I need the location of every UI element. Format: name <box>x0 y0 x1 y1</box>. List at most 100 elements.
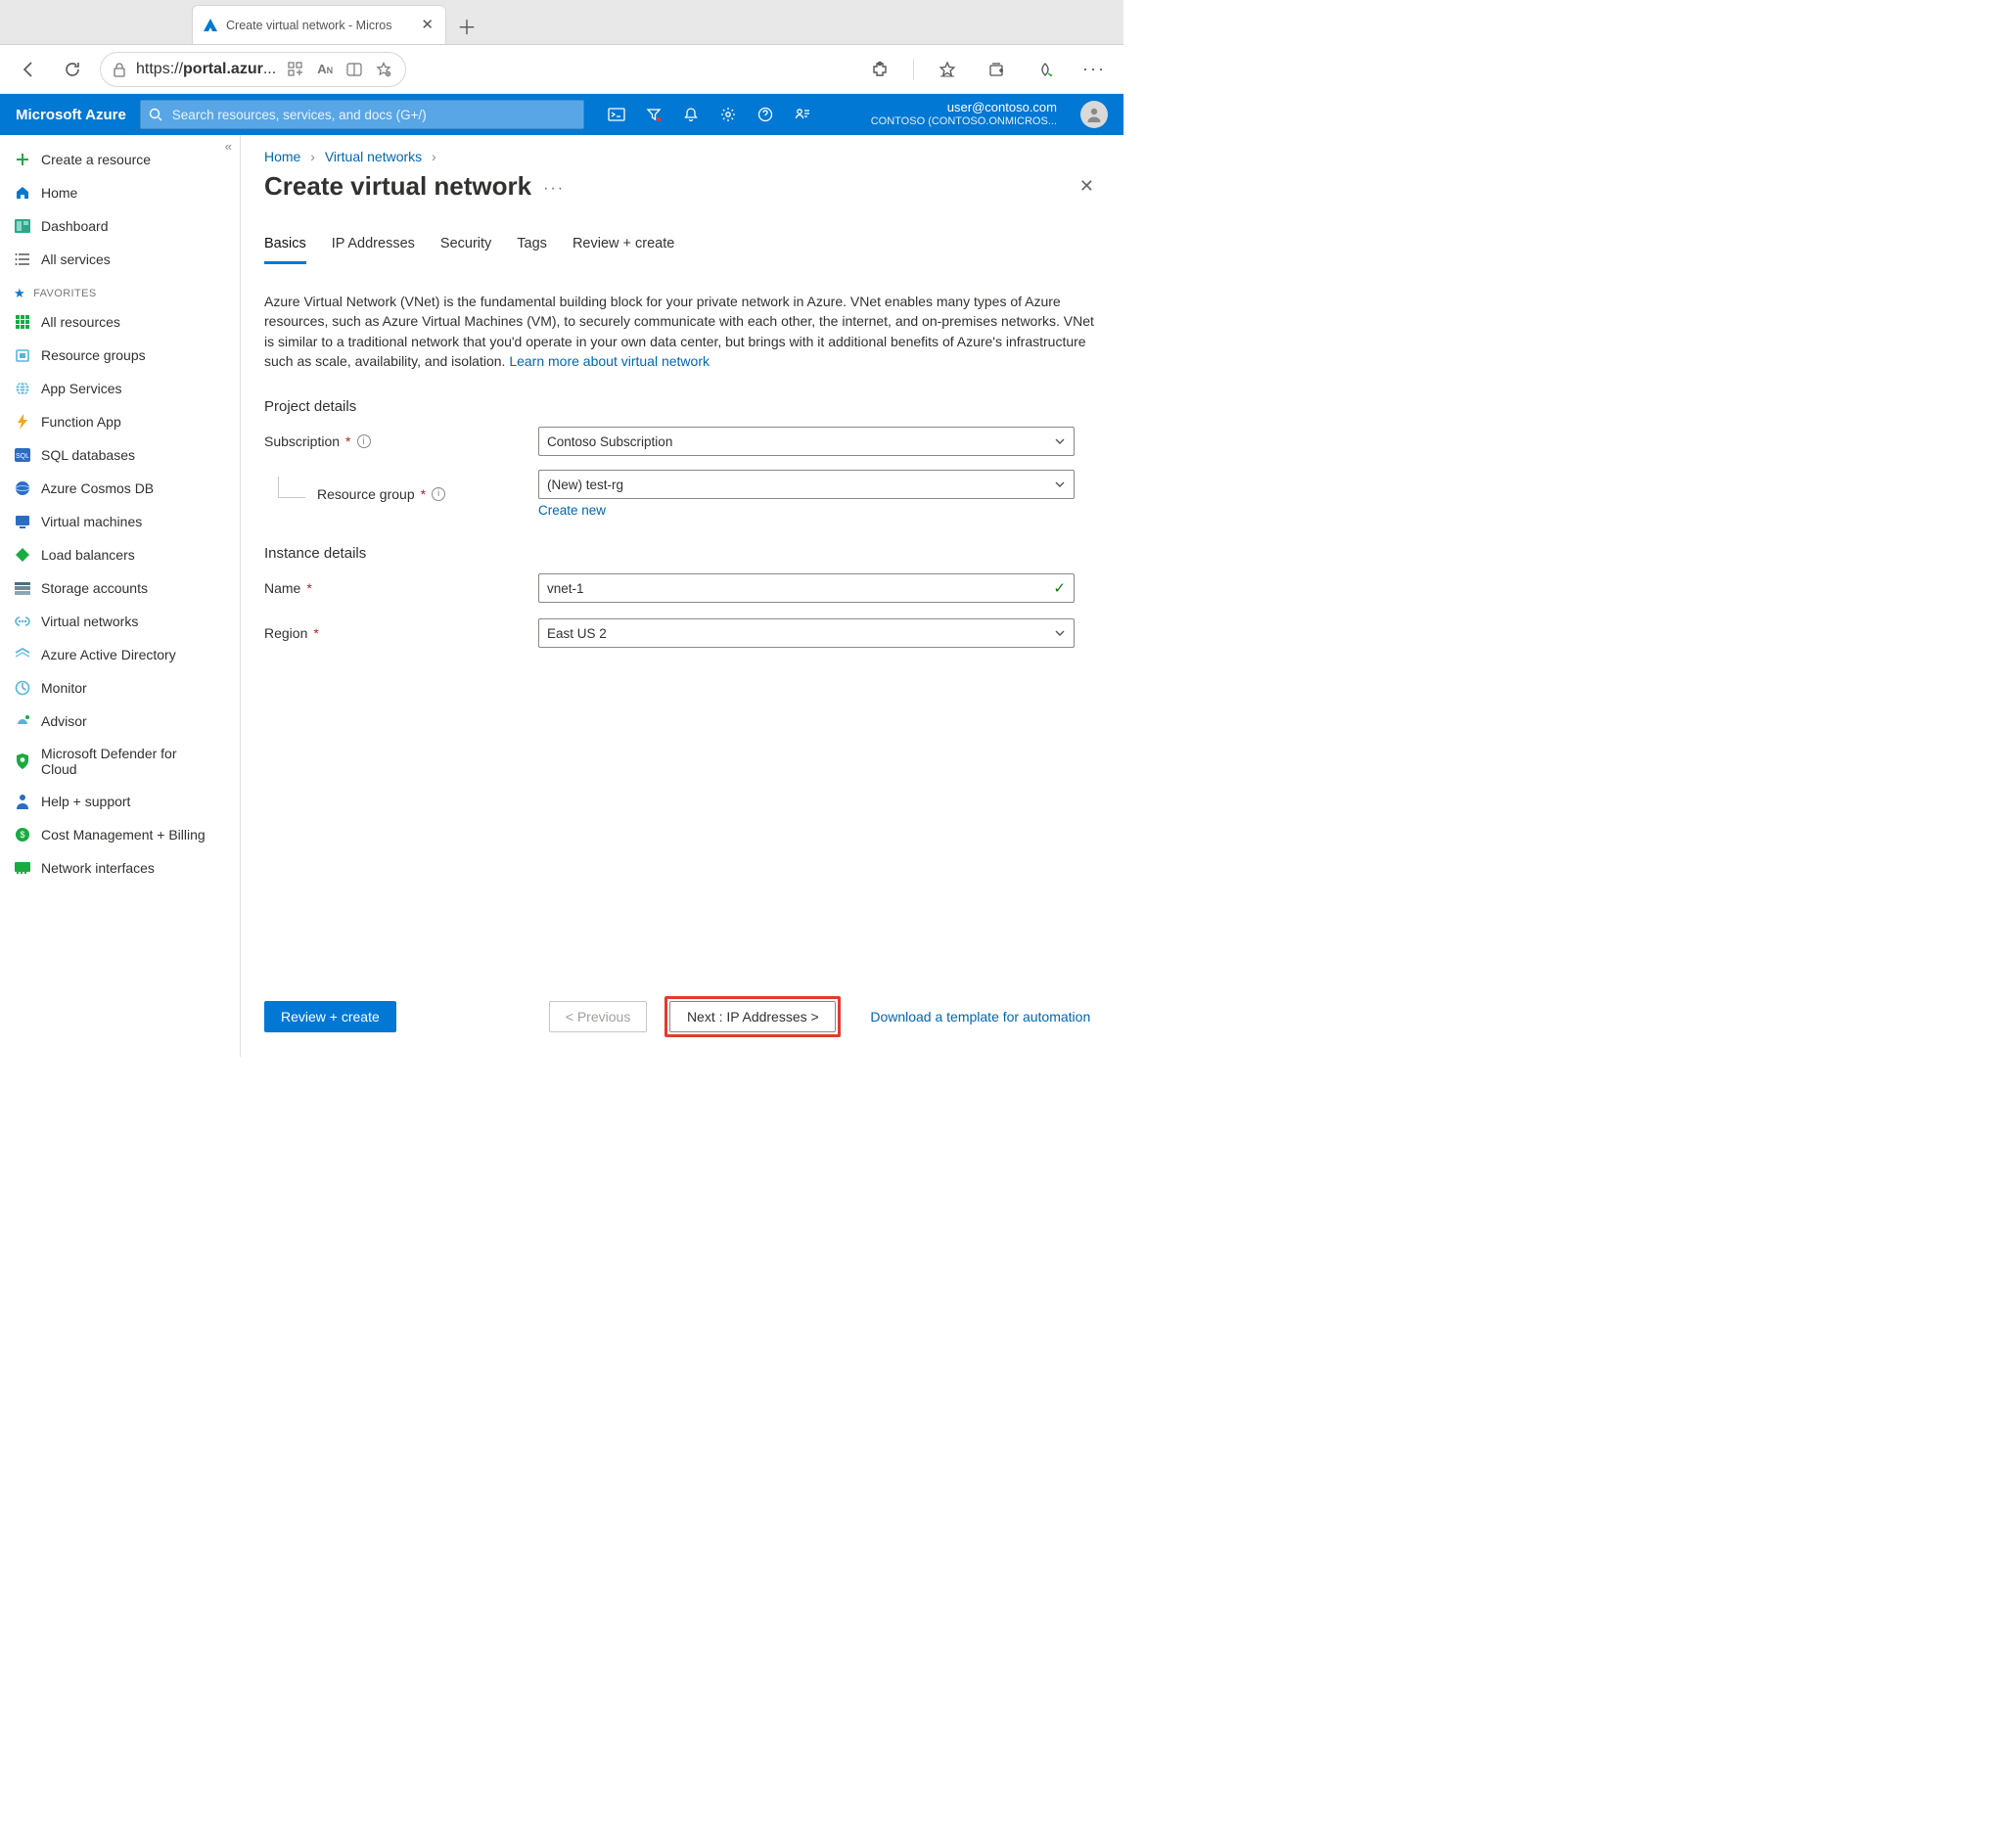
sidebar-item-load-balancers[interactable]: Load balancers <box>0 538 240 571</box>
dropdown-value: (New) test-rg <box>547 478 623 492</box>
breadcrumb-home[interactable]: Home <box>264 149 300 164</box>
user-avatar-icon[interactable] <box>1080 101 1108 128</box>
info-icon[interactable]: i <box>357 434 371 448</box>
previous-button[interactable]: < Previous <box>549 1001 648 1032</box>
refresh-button[interactable] <box>57 54 88 85</box>
extensions-icon[interactable] <box>864 54 895 85</box>
shield-icon <box>14 752 31 770</box>
label-region: Region * <box>264 625 538 641</box>
cost-icon: $ <box>14 826 31 843</box>
cloud-shell-icon[interactable] <box>608 106 625 123</box>
sidebar-item-monitor[interactable]: Monitor <box>0 671 240 705</box>
sidebar-all-services[interactable]: All services <box>0 243 240 276</box>
sidebar-item-aad[interactable]: Azure Active Directory <box>0 638 240 671</box>
address-bar[interactable]: https://portal.azur... AN <box>100 52 406 87</box>
main-layout: « Create a resource Home Dashboard All s… <box>0 135 1123 1057</box>
more-actions-icon[interactable]: ··· <box>543 180 565 198</box>
sidebar-label: Create a resource <box>41 152 151 167</box>
tab-basics[interactable]: Basics <box>264 228 306 264</box>
subscription-dropdown[interactable]: Contoso Subscription <box>538 427 1075 456</box>
performance-icon[interactable] <box>1030 54 1061 85</box>
browser-toolbar: https://portal.azur... AN ··· <box>0 45 1123 94</box>
azure-brand[interactable]: Microsoft Azure <box>16 107 126 123</box>
global-search-input[interactable] <box>170 107 575 123</box>
sidebar-item-defender[interactable]: Microsoft Defender for Cloud <box>0 738 240 785</box>
sidebar-label: Dashboard <box>41 218 109 234</box>
sidebar-item-resource-groups[interactable]: Resource groups <box>0 339 240 372</box>
notifications-icon[interactable] <box>682 106 700 123</box>
menu-icon[interactable]: ··· <box>1078 54 1110 85</box>
resource-group-icon <box>14 346 31 364</box>
text-size-icon[interactable]: AN <box>315 54 335 85</box>
info-icon[interactable]: i <box>432 487 445 501</box>
load-balancer-icon <box>14 546 31 564</box>
tab-review-create[interactable]: Review + create <box>573 228 674 264</box>
collections-icon[interactable] <box>981 54 1012 85</box>
content-pane: Home › Virtual networks › Create virtual… <box>241 135 1123 1057</box>
sidebar-item-virtual-networks[interactable]: Virtual networks <box>0 605 240 638</box>
next-button[interactable]: Next : IP Addresses > <box>669 1001 836 1032</box>
sidebar-item-network-interfaces[interactable]: Network interfaces <box>0 851 240 885</box>
sidebar-collapse-icon[interactable]: « <box>225 139 232 154</box>
apps-icon[interactable] <box>286 54 305 85</box>
sidebar-item-all-resources[interactable]: All resources <box>0 305 240 339</box>
sidebar-item-advisor[interactable]: Advisor <box>0 705 240 738</box>
download-template-link[interactable]: Download a template for automation <box>870 1009 1090 1025</box>
split-screen-icon[interactable] <box>344 54 364 85</box>
chevron-down-icon <box>1054 435 1066 447</box>
sql-icon: SQL <box>14 446 31 464</box>
feedback-icon[interactable] <box>794 106 811 123</box>
chevron-right-icon: › <box>432 149 436 164</box>
settings-icon[interactable] <box>719 106 737 123</box>
tab-close-icon[interactable]: ✕ <box>419 16 435 34</box>
new-tab-button[interactable]: ＋ <box>452 11 481 40</box>
required-asterisk: * <box>345 433 350 449</box>
sidebar-item-cosmos-db[interactable]: Azure Cosmos DB <box>0 472 240 505</box>
sidebar-home[interactable]: Home <box>0 176 240 209</box>
resource-group-dropdown[interactable]: (New) test-rg <box>538 470 1075 499</box>
sidebar-item-cost-management[interactable]: $ Cost Management + Billing <box>0 818 240 851</box>
sidebar-item-sql-databases[interactable]: SQLSQL databases <box>0 438 240 472</box>
sidebar-item-help-support[interactable]: Help + support <box>0 785 240 818</box>
star-icon: ★ <box>14 286 25 301</box>
required-asterisk: * <box>313 625 318 641</box>
browser-tab-active[interactable]: Create virtual network - Micros ✕ <box>192 5 446 44</box>
user-account[interactable]: user@contoso.com CONTOSO (CONTOSO.ONMICR… <box>871 101 1057 128</box>
breadcrumb: Home › Virtual networks › <box>241 135 1123 166</box>
row-region: Region * East US 2 <box>264 616 1100 650</box>
back-button[interactable] <box>14 54 45 85</box>
review-create-button[interactable]: Review + create <box>264 1001 396 1032</box>
toolbar-right: ··· <box>864 54 1110 85</box>
breadcrumb-virtual-networks[interactable]: Virtual networks <box>325 149 422 164</box>
tab-security[interactable]: Security <box>440 228 491 264</box>
tab-tags[interactable]: Tags <box>517 228 547 264</box>
plus-icon <box>14 151 31 168</box>
learn-more-link[interactable]: Learn more about virtual network <box>509 353 710 369</box>
footer-actions: Review + create < Previous Next : IP Add… <box>241 982 1123 1057</box>
sidebar-item-virtual-machines[interactable]: Virtual machines <box>0 505 240 538</box>
help-icon[interactable] <box>756 106 774 123</box>
site-info-icon[interactable] <box>113 62 126 77</box>
favorites-icon[interactable] <box>932 54 963 85</box>
nic-icon <box>14 859 31 877</box>
tab-ip-addresses[interactable]: IP Addresses <box>332 228 415 264</box>
close-blade-icon[interactable]: ✕ <box>1074 170 1100 203</box>
sidebar-create-resource[interactable]: Create a resource <box>0 143 240 176</box>
input-value: vnet-1 <box>547 581 584 596</box>
region-dropdown[interactable]: East US 2 <box>538 618 1075 648</box>
sidebar-item-storage-accounts[interactable]: Storage accounts <box>0 571 240 605</box>
sidebar-item-function-app[interactable]: Function App <box>0 405 240 438</box>
name-input[interactable]: vnet-1 ✓ <box>538 573 1075 603</box>
directory-filter-icon[interactable] <box>645 106 663 123</box>
sidebar-label: Help + support <box>41 794 130 809</box>
create-new-link[interactable]: Create new <box>538 503 606 518</box>
sidebar-item-app-services[interactable]: App Services <box>0 372 240 405</box>
page-header: Create virtual network ··· ✕ <box>241 166 1123 210</box>
intro-text: Azure Virtual Network (VNet) is the fund… <box>264 292 1100 371</box>
vnet-icon <box>14 613 31 630</box>
favorite-star-icon[interactable] <box>374 54 393 85</box>
sidebar-dashboard[interactable]: Dashboard <box>0 209 240 243</box>
form-tabs: Basics IP Addresses Security Tags Review… <box>241 210 1123 264</box>
global-search[interactable] <box>140 100 584 129</box>
sidebar-label: Cost Management + Billing <box>41 827 206 843</box>
